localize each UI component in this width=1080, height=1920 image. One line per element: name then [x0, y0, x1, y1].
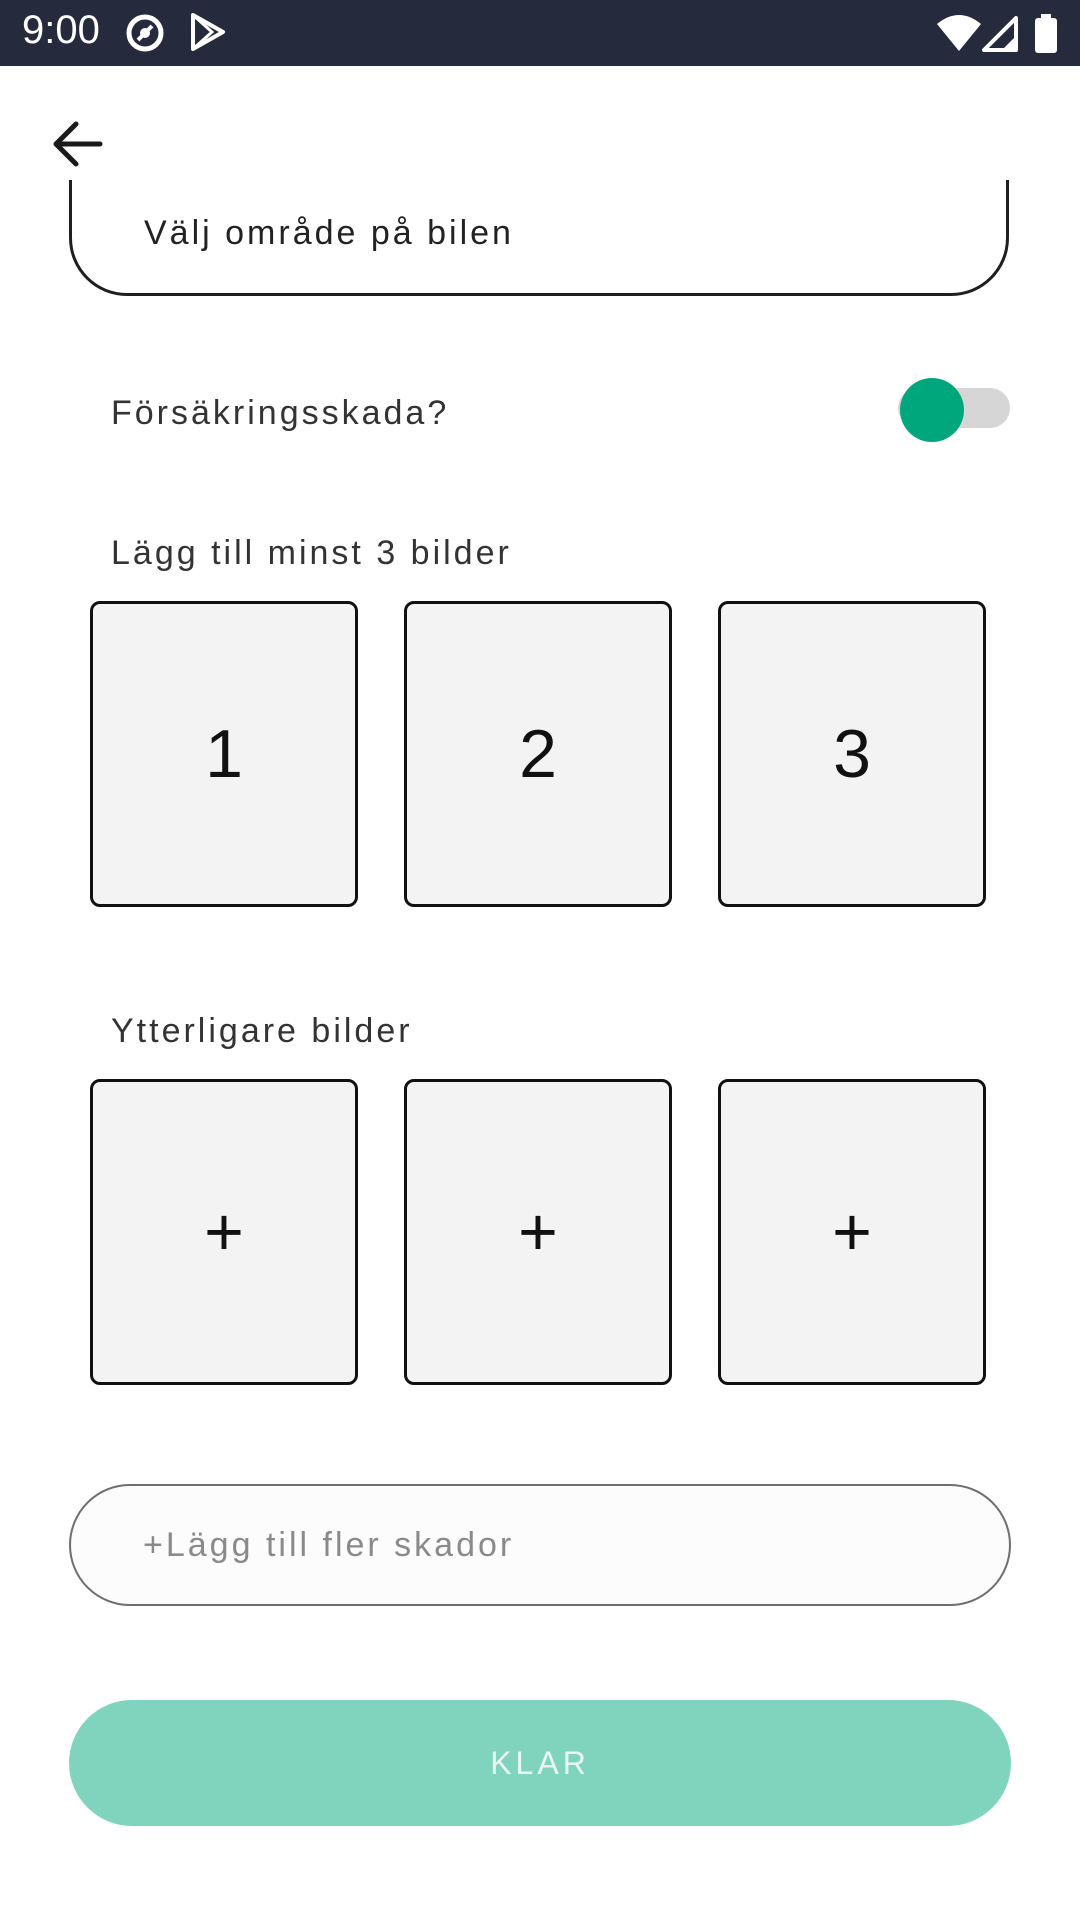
battery-icon [1034, 14, 1058, 59]
add-photo-button-1[interactable]: + [90, 1079, 358, 1385]
submit-label: KLAR [490, 1744, 590, 1781]
area-select-field[interactable]: Välj område på bilen [69, 180, 1009, 296]
area-select-label: Välj område på bilen [144, 214, 514, 252]
wifi-icon [936, 14, 982, 57]
toggle-thumb [900, 378, 964, 442]
additional-photos-heading: Ytterligare bilder [111, 1012, 413, 1050]
photo-slot-1[interactable]: 1 [90, 601, 358, 907]
photo-slot-3[interactable]: 3 [718, 601, 986, 907]
sync-icon [124, 12, 166, 59]
play-store-icon [190, 12, 226, 57]
submit-button[interactable]: KLAR [69, 1700, 1011, 1826]
photo-slot-2[interactable]: 2 [404, 601, 672, 907]
status-time: 9:00 [22, 8, 100, 52]
insurance-toggle[interactable] [898, 378, 1012, 442]
add-more-damages-label: +Lägg till fler skador [143, 1526, 515, 1564]
insurance-label: Försäkringsskada? [111, 394, 450, 432]
cell-signal-icon [982, 16, 1018, 57]
status-bar: 9:00 [0, 0, 1080, 66]
add-photo-button-2[interactable]: + [404, 1079, 672, 1385]
arrow-left-icon [53, 121, 103, 167]
required-photos-heading: Lägg till minst 3 bilder [111, 534, 512, 572]
add-photo-button-3[interactable]: + [718, 1079, 986, 1385]
add-more-damages-button[interactable]: +Lägg till fler skador [69, 1484, 1011, 1606]
back-button[interactable] [48, 114, 108, 174]
